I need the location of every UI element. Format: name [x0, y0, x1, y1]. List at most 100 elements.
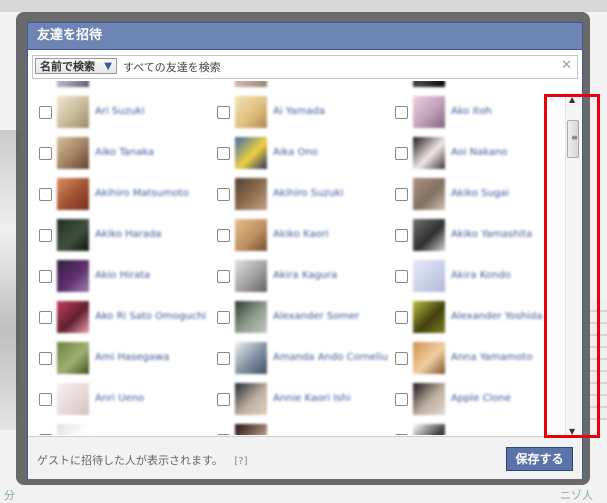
- help-link[interactable]: [?]: [234, 456, 247, 467]
- friend-name[interactable]: Akira Kagura: [273, 270, 388, 281]
- friend-photo: [413, 260, 445, 292]
- friend-item[interactable]: [217, 424, 387, 435]
- friend-checkbox[interactable]: [39, 270, 52, 283]
- dialog-footer: ゲストに招待した人が表示されます。 [?] 保存する: [28, 436, 582, 479]
- friend-name[interactable]: Anri Ueno: [95, 393, 210, 404]
- friend-checkbox[interactable]: [39, 393, 52, 406]
- friend-item[interactable]: Anri Ueno: [39, 383, 209, 417]
- chevron-down-icon: ▼: [104, 61, 112, 72]
- friend-item[interactable]: Aiko Tanaka: [39, 137, 209, 171]
- friend-item[interactable]: Akihiro Matsumoto: [39, 178, 209, 212]
- friend-item[interactable]: [39, 81, 209, 89]
- friend-photo: [57, 260, 89, 292]
- friend-name[interactable]: Akihiro Matsumoto: [95, 188, 210, 199]
- friend-checkbox[interactable]: [217, 270, 230, 283]
- friend-name[interactable]: Aoi Nakano: [451, 147, 546, 158]
- friend-checkbox[interactable]: [395, 434, 408, 435]
- friend-photo: [235, 178, 267, 210]
- friend-item[interactable]: [217, 81, 387, 89]
- friend-checkbox[interactable]: [395, 106, 408, 119]
- friend-checkbox[interactable]: [395, 311, 408, 324]
- friend-name[interactable]: Anna Yamamoto: [451, 352, 546, 363]
- friend-item[interactable]: Ari Suzuki: [39, 96, 209, 130]
- friend-item[interactable]: [395, 81, 546, 89]
- friend-item[interactable]: Akiko Yamashita: [395, 219, 546, 253]
- friend-name[interactable]: Ako Ri Sato Omoguchi: [95, 311, 210, 322]
- friend-checkbox[interactable]: [217, 311, 230, 324]
- friend-checkbox[interactable]: [39, 352, 52, 365]
- friend-item[interactable]: Akiko Harada: [39, 219, 209, 253]
- friend-checkbox[interactable]: [395, 147, 408, 160]
- friend-name[interactable]: Ako Itoh: [451, 106, 546, 117]
- friend-name[interactable]: Apple Clone: [451, 393, 546, 404]
- friend-name[interactable]: Aiko Tanaka: [95, 147, 210, 158]
- friend-photo: [413, 383, 445, 415]
- friend-item[interactable]: Ako Ri Sato Omoguchi: [39, 301, 209, 335]
- friend-item[interactable]: Apple Clone: [395, 383, 546, 417]
- friend-item[interactable]: Akira Kagura: [217, 260, 387, 294]
- friend-checkbox[interactable]: [395, 270, 408, 283]
- friend-checkbox[interactable]: [217, 188, 230, 201]
- friend-name[interactable]: Akiko Kaori: [273, 229, 388, 240]
- friend-item[interactable]: [39, 424, 209, 435]
- friend-name[interactable]: Akihiro Suzuki: [273, 188, 388, 199]
- friend-name[interactable]: Amanda Ando Cornelius: [273, 352, 388, 363]
- friend-name[interactable]: Alexander Yoshida: [451, 311, 546, 322]
- friend-item[interactable]: Ami Hasegawa: [39, 342, 209, 376]
- friend-name[interactable]: Annie Kaori Ishi: [273, 393, 388, 404]
- friend-item[interactable]: Akio Hirata: [39, 260, 209, 294]
- friend-checkbox[interactable]: [217, 229, 230, 242]
- friend-item[interactable]: Ai Yamada: [217, 96, 387, 130]
- filter-dropdown[interactable]: 名前で検索 ▼: [35, 58, 117, 74]
- friend-item[interactable]: Anna Yamamoto: [395, 342, 546, 376]
- friend-checkbox[interactable]: [217, 147, 230, 160]
- friend-name[interactable]: Ai Yamada: [273, 106, 388, 117]
- friend-checkbox[interactable]: [39, 311, 52, 324]
- friend-checkbox[interactable]: [39, 106, 52, 119]
- friend-checkbox[interactable]: [217, 393, 230, 406]
- friend-checkbox[interactable]: [395, 229, 408, 242]
- friend-checkbox[interactable]: [39, 188, 52, 201]
- friend-checkbox[interactable]: [395, 188, 408, 201]
- friend-name[interactable]: Ari Suzuki: [95, 106, 210, 117]
- friend-name[interactable]: Ami Hasegawa: [95, 352, 210, 363]
- friend-name[interactable]: Akiko Yamashita: [451, 229, 546, 240]
- friend-photo: [235, 81, 267, 87]
- friend-photo: [57, 81, 89, 87]
- friend-name[interactable]: Akio Hirata: [95, 270, 210, 281]
- friend-item[interactable]: Akihiro Suzuki: [217, 178, 387, 212]
- friend-name[interactable]: Akiko Sugai: [451, 188, 546, 199]
- friend-item[interactable]: Annie Kaori Ishi: [217, 383, 387, 417]
- friend-item[interactable]: Akiko Kaori: [217, 219, 387, 253]
- friend-name[interactable]: Alexander Somer: [273, 311, 388, 322]
- friend-item[interactable]: Akiko Sugai: [395, 178, 546, 212]
- friend-photo: [413, 424, 445, 435]
- friend-item[interactable]: Aika Ono: [217, 137, 387, 171]
- friend-checkbox[interactable]: [395, 393, 408, 406]
- friend-item[interactable]: Ako Itoh: [395, 96, 546, 130]
- friend-checkbox[interactable]: [217, 434, 230, 435]
- friend-search-input[interactable]: [121, 57, 555, 77]
- friend-name[interactable]: Aika Ono: [273, 147, 388, 158]
- friend-checkbox[interactable]: [39, 229, 52, 242]
- friend-item[interactable]: [395, 424, 546, 435]
- friend-item[interactable]: Aoi Nakano: [395, 137, 546, 171]
- friend-item[interactable]: Alexander Yoshida: [395, 301, 546, 335]
- friend-checkbox[interactable]: [217, 352, 230, 365]
- clear-search-icon[interactable]: ✕: [561, 58, 572, 74]
- background-bottom-left-text: 分: [4, 489, 15, 502]
- friend-item[interactable]: Akira Kondo: [395, 260, 546, 294]
- save-button[interactable]: 保存する: [506, 447, 573, 471]
- friend-item[interactable]: Amanda Ando Cornelius: [217, 342, 388, 376]
- friend-photo: [235, 383, 267, 415]
- friend-checkbox[interactable]: [39, 147, 52, 160]
- friend-name[interactable]: Akira Kondo: [451, 270, 546, 281]
- friend-item[interactable]: Alexander Somer: [217, 301, 387, 335]
- friend-checkbox[interactable]: [217, 106, 230, 119]
- friend-photo: [413, 96, 445, 128]
- friend-name[interactable]: Akiko Harada: [95, 229, 210, 240]
- friend-photo: [57, 383, 89, 415]
- friend-photo: [235, 342, 267, 374]
- friend-checkbox[interactable]: [395, 352, 408, 365]
- friend-checkbox[interactable]: [39, 434, 52, 435]
